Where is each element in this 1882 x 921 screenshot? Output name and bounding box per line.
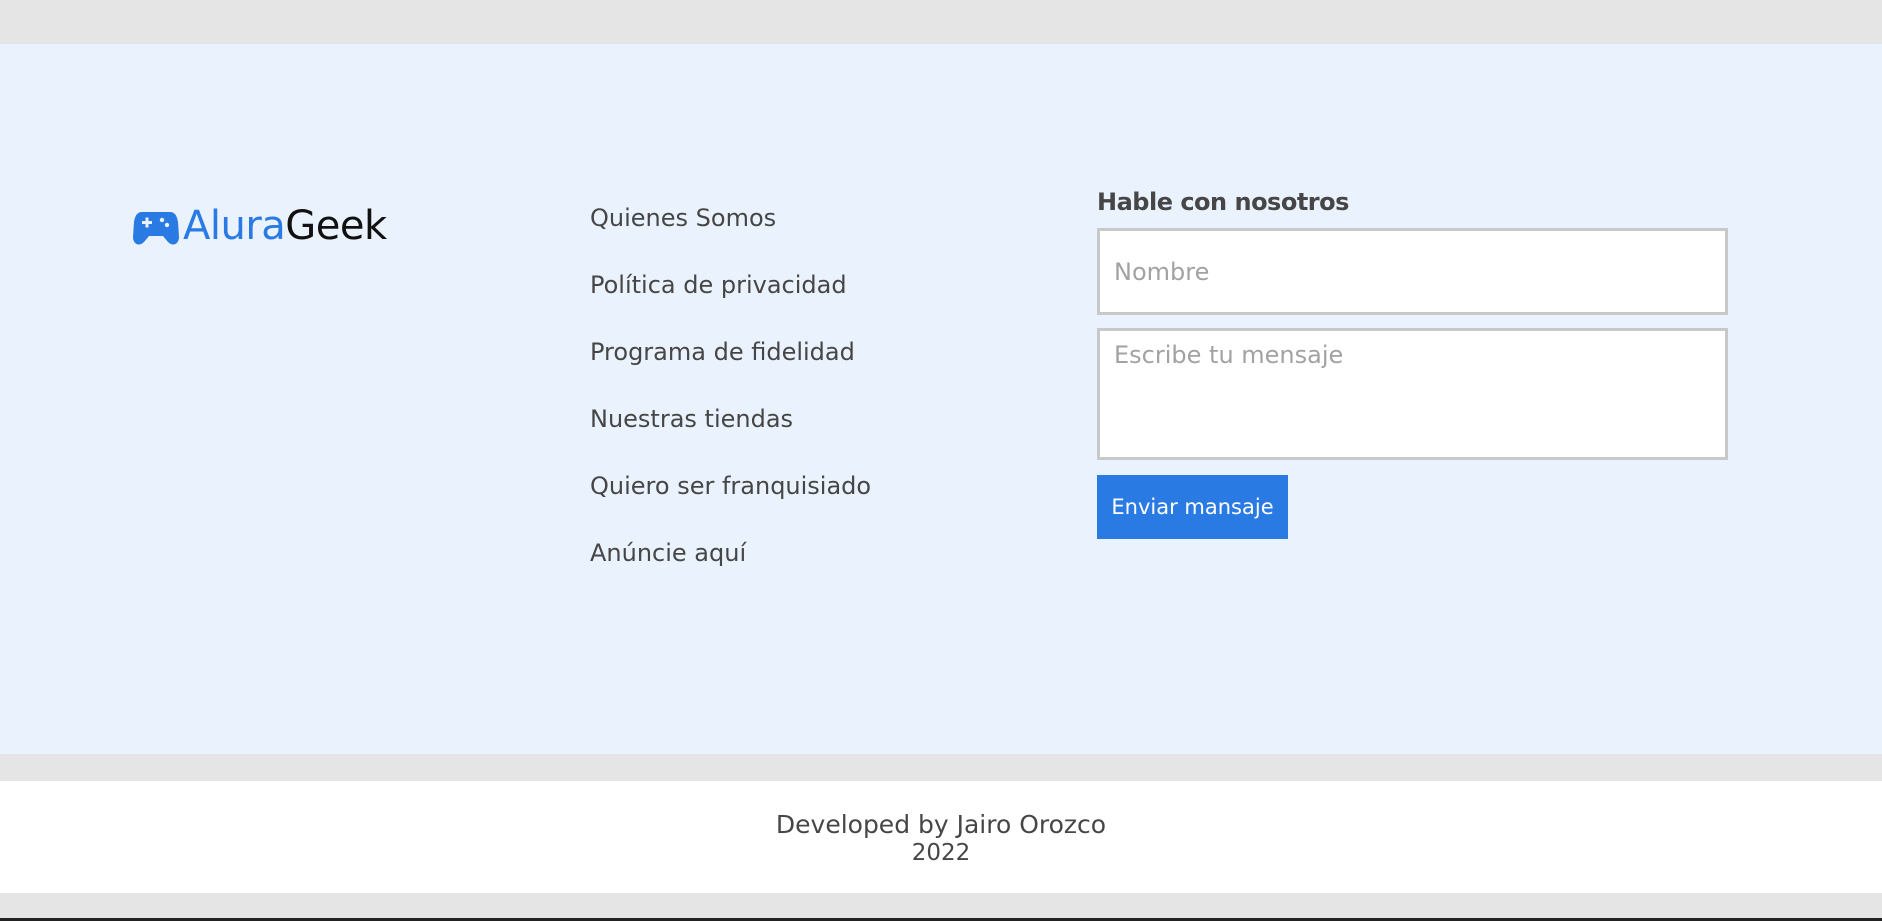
credits: Developed by Jairo Orozco 2022: [0, 781, 1882, 893]
top-strip: [0, 0, 1882, 44]
credits-year: 2022: [911, 840, 971, 866]
footer-link-politica-privacidad[interactable]: Política de privacidad: [590, 267, 871, 334]
logo-text-geek: Geek: [285, 203, 387, 249]
footer-link-quienes-somos[interactable]: Quienes Somos: [590, 200, 871, 267]
footer-link-anuncie-aqui[interactable]: Anúncie aquí: [590, 535, 871, 602]
alurageek-logo[interactable]: AluraGeek: [133, 203, 387, 249]
send-message-button[interactable]: Enviar mansaje: [1097, 475, 1288, 539]
message-textarea[interactable]: [1097, 328, 1728, 460]
footer-link-franquisiado[interactable]: Quiero ser franquisiado: [590, 468, 871, 535]
contact-form-title: Hable con nosotros: [1097, 188, 1349, 216]
contact-form: Hable con nosotros Enviar mansaje: [1097, 186, 1728, 539]
gamepad-icon: [133, 212, 179, 245]
footer-link-nuestras-tiendas[interactable]: Nuestras tiendas: [590, 401, 871, 468]
credits-author: Developed by Jairo Orozco: [775, 810, 1107, 839]
logo-text-alura: Alura: [183, 203, 286, 249]
footer-link-programa-fidelidad[interactable]: Programa de fidelidad: [590, 334, 871, 401]
logo-text: AluraGeek: [183, 203, 387, 249]
name-input[interactable]: [1097, 228, 1728, 315]
footer-links: Quienes Somos Política de privacidad Pro…: [590, 200, 871, 602]
